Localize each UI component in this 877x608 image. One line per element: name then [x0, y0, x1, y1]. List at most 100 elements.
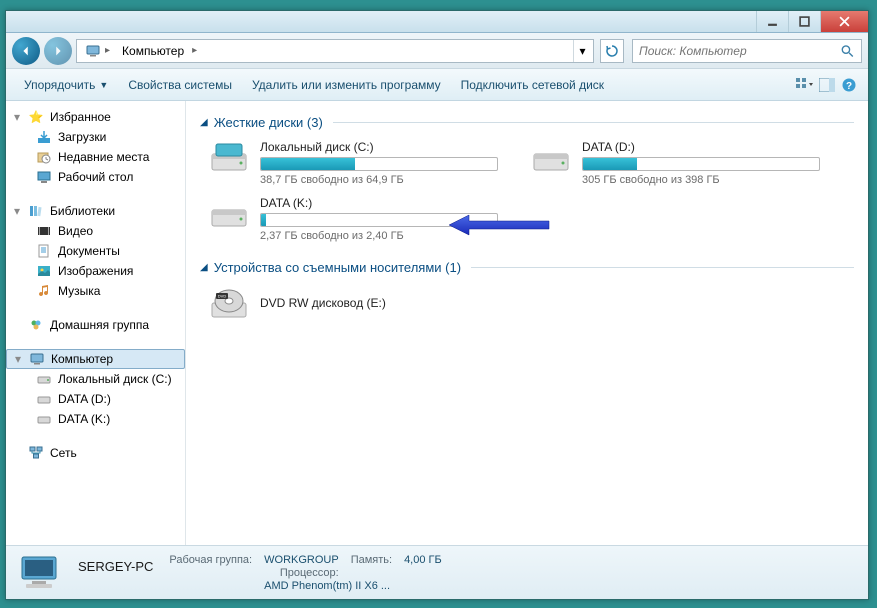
documents-icon	[36, 243, 52, 259]
drive-icon	[36, 371, 52, 387]
sidebar-item-drive-c[interactable]: Локальный диск (C:)	[6, 369, 185, 389]
sidebar-item-label: DATA (K:)	[58, 412, 110, 426]
breadcrumb-dropdown[interactable]: ▾	[573, 40, 591, 62]
breadcrumb-label: Компьютер	[122, 44, 184, 58]
refresh-button[interactable]	[600, 39, 624, 63]
drive-item-optical[interactable]: DVD DVD RW дисковод (E:)	[200, 285, 854, 323]
memory-value: 4,00 ГБ	[404, 554, 442, 566]
explorer-window: ▸ Компьютер▸ ▾ Упорядочить▼ Свойства сис…	[5, 10, 869, 600]
sidebar-label: Сеть	[50, 446, 77, 460]
sidebar-item-downloads[interactable]: Загрузки	[6, 127, 185, 147]
capacity-fill	[583, 158, 637, 170]
sidebar-item-label: Изображения	[58, 264, 133, 278]
drive-item-k[interactable]: DATA (K:) 2,37 ГБ свободно из 2,40 ГБ	[208, 196, 498, 242]
breadcrumb-computer[interactable]: Компьютер▸	[116, 40, 203, 62]
search-input[interactable]	[639, 44, 836, 58]
sidebar-favorites[interactable]: ▾⭐Избранное	[6, 107, 185, 127]
downloads-icon	[36, 129, 52, 145]
uninstall-program-button[interactable]: Удалить или изменить программу	[242, 69, 451, 100]
drive-icon	[36, 391, 52, 407]
maximize-button[interactable]	[788, 11, 820, 32]
drive-item-d[interactable]: DATA (D:) 305 ГБ свободно из 398 ГБ	[530, 140, 820, 186]
navigation-pane: ▾⭐Избранное Загрузки Недавние места Рабо…	[6, 101, 186, 545]
map-drive-button[interactable]: Подключить сетевой диск	[451, 69, 614, 100]
drive-name: DATA (K:)	[260, 196, 498, 210]
section-removable[interactable]: ◢ Устройства со съемными носителями (1)	[200, 260, 854, 275]
sidebar-computer[interactable]: ▾Компьютер	[6, 349, 185, 369]
cpu-label: Процессор:	[264, 567, 339, 579]
sidebar-item-desktop[interactable]: Рабочий стол	[6, 167, 185, 187]
sidebar-item-recent[interactable]: Недавние места	[6, 147, 185, 167]
search-box[interactable]	[632, 39, 862, 63]
libraries-icon	[28, 203, 44, 219]
computer-large-icon	[16, 553, 66, 593]
collapse-icon: ◢	[200, 117, 208, 128]
drive-icon	[36, 411, 52, 427]
capacity-bar	[260, 213, 498, 227]
hdd-icon	[530, 140, 572, 178]
help-button[interactable]: ?	[838, 69, 860, 100]
breadcrumb-computer-icon[interactable]: ▸	[79, 40, 116, 62]
drive-name: Локальный диск (C:)	[260, 140, 498, 154]
view-menu[interactable]	[794, 69, 816, 100]
forward-button[interactable]	[44, 37, 72, 65]
sidebar-item-music[interactable]: Музыка	[6, 281, 185, 301]
organize-menu[interactable]: Упорядочить▼	[14, 69, 118, 100]
cpu-value: AMD Phenom(tm) II X6 ...	[264, 580, 442, 592]
computer-icon	[29, 351, 45, 367]
pictures-icon	[36, 263, 52, 279]
sidebar-libraries[interactable]: ▾Библиотеки	[6, 201, 185, 221]
sidebar-item-drive-k[interactable]: DATA (K:)	[6, 409, 185, 429]
capacity-bar	[260, 157, 498, 171]
back-button[interactable]	[12, 37, 40, 65]
section-title: Жесткие диски (3)	[214, 115, 323, 130]
music-icon	[36, 283, 52, 299]
sidebar-item-label: Рабочий стол	[58, 170, 133, 184]
homegroup-icon	[28, 317, 44, 333]
sidebar-label: Библиотеки	[50, 204, 115, 218]
close-button[interactable]	[820, 11, 868, 32]
sidebar-item-label: Видео	[58, 224, 93, 238]
sidebar-item-label: Загрузки	[58, 130, 106, 144]
pc-name: SERGEY-PC	[78, 559, 153, 574]
section-title: Устройства со съемными носителями (1)	[214, 260, 461, 275]
drive-item-c[interactable]: Локальный диск (C:) 38,7 ГБ свободно из …	[208, 140, 498, 186]
preview-pane-button[interactable]	[816, 69, 838, 100]
mapdrive-label: Подключить сетевой диск	[461, 78, 604, 92]
titlebar	[6, 11, 868, 33]
sidebar-item-label: DATA (D:)	[58, 392, 111, 406]
command-bar: Упорядочить▼ Свойства системы Удалить ил…	[6, 69, 868, 101]
minimize-button[interactable]	[756, 11, 788, 32]
recent-icon	[36, 149, 52, 165]
sidebar-homegroup[interactable]: Домашняя группа	[6, 315, 185, 335]
main-pane: ◢ Жесткие диски (3) Локальный диск (C:) …	[186, 101, 868, 545]
drive-name: DVD RW дисковод (E:)	[260, 296, 386, 310]
network-icon	[28, 445, 44, 461]
sidebar-network[interactable]: Сеть	[6, 443, 185, 463]
computer-icon	[85, 43, 101, 59]
dvd-icon: DVD	[208, 285, 250, 323]
capacity-bar	[582, 157, 820, 171]
sidebar-item-drive-d[interactable]: DATA (D:)	[6, 389, 185, 409]
system-properties-button[interactable]: Свойства системы	[118, 69, 242, 100]
sidebar-item-pictures[interactable]: Изображения	[6, 261, 185, 281]
capacity-fill	[261, 158, 355, 170]
navigation-bar: ▸ Компьютер▸ ▾	[6, 33, 868, 69]
drive-free-text: 2,37 ГБ свободно из 2,40 ГБ	[260, 230, 498, 242]
workgroup-label: Рабочая группа:	[169, 554, 252, 566]
collapse-icon: ◢	[200, 262, 208, 273]
video-icon	[36, 223, 52, 239]
memory-label: Память:	[351, 554, 392, 566]
uninstall-label: Удалить или изменить программу	[252, 78, 441, 92]
details-pane: SERGEY-PC Рабочая группа: WORKGROUP Памя…	[6, 545, 868, 599]
capacity-fill	[261, 214, 266, 226]
breadcrumb[interactable]: ▸ Компьютер▸ ▾	[76, 39, 594, 63]
sidebar-label: Домашняя группа	[50, 318, 149, 332]
section-hard-drives[interactable]: ◢ Жесткие диски (3)	[200, 115, 854, 130]
svg-text:?: ?	[846, 81, 852, 92]
desktop-icon	[36, 169, 52, 185]
sidebar-item-documents[interactable]: Документы	[6, 241, 185, 261]
drive-name: DATA (D:)	[582, 140, 820, 154]
sidebar-item-videos[interactable]: Видео	[6, 221, 185, 241]
sidebar-item-label: Локальный диск (C:)	[58, 372, 172, 386]
